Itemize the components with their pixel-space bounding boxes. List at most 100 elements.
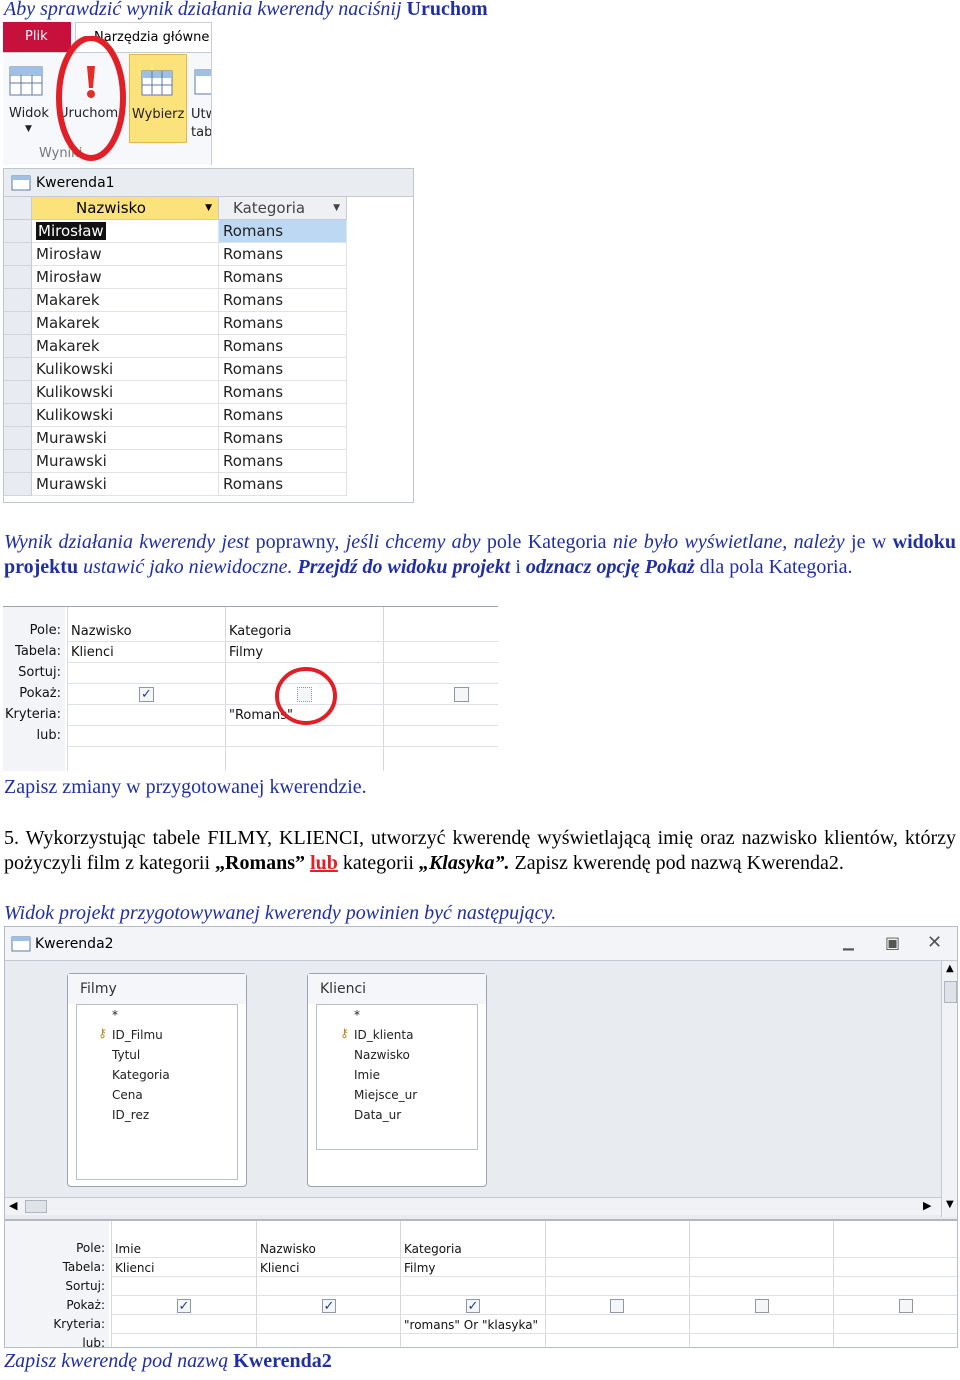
table-cell[interactable]: Murawski <box>32 450 219 473</box>
show-checkbox-checked[interactable]: ✓ <box>177 1299 191 1313</box>
table-cell[interactable]: Romans <box>219 220 347 243</box>
table-cell[interactable]: Romans <box>219 450 347 473</box>
scroll-down-icon[interactable]: ▼ <box>946 1199 954 1210</box>
field-item[interactable]: Tytul <box>112 1048 140 1062</box>
table-cell[interactable]: Murawski <box>32 427 219 450</box>
table-cell[interactable]: Romans <box>219 243 347 266</box>
row-label: Kryteria: <box>5 707 61 722</box>
table-cell[interactable]: Klienci <box>115 1261 154 1275</box>
row-selector[interactable] <box>4 335 32 358</box>
scroll-left-icon[interactable]: ◀ <box>9 1199 17 1212</box>
field-item[interactable]: * <box>354 1008 360 1022</box>
table-cell[interactable]: Romans <box>219 289 347 312</box>
table-box-title: Klienci <box>308 974 486 1004</box>
column-header-kategoria[interactable]: Kategoria ▼ <box>219 197 347 220</box>
table-cell[interactable]: Romans <box>219 381 347 404</box>
scroll-up-icon[interactable]: ▲ <box>946 963 954 974</box>
field-cell[interactable]: Kategoria <box>229 624 292 639</box>
query-icon <box>11 936 31 952</box>
row-selector[interactable] <box>4 381 32 404</box>
table-cell[interactable]: Filmy <box>229 645 263 660</box>
show-checkbox-unchecked[interactable] <box>899 1299 913 1313</box>
select-all-corner[interactable] <box>4 197 32 220</box>
scroll-thumb[interactable] <box>25 1200 47 1213</box>
field-item[interactable]: Data_ur <box>354 1108 401 1122</box>
query-icon <box>11 175 31 191</box>
field-item[interactable]: Miejsce_ur <box>354 1088 417 1102</box>
view-button[interactable]: Widok ▼ <box>5 60 49 160</box>
field-cell[interactable]: Imie <box>115 1242 141 1256</box>
column-header-nazwisko[interactable]: Nazwisko ▼ <box>32 197 219 220</box>
row-selector[interactable] <box>4 358 32 381</box>
show-checkbox-checked[interactable]: ✓ <box>466 1299 480 1313</box>
row-selector[interactable] <box>4 473 32 496</box>
scroll-right-icon[interactable]: ▶ <box>923 1199 931 1212</box>
row-selector[interactable] <box>4 427 32 450</box>
show-checkbox-checked[interactable]: ✓ <box>139 687 154 702</box>
field-item[interactable]: Imie <box>354 1068 380 1082</box>
red-circle-annotation <box>56 36 126 161</box>
table-box-filmy[interactable]: Filmy * ⚷ ID_Filmu Tytul Kategoria Cena … <box>67 973 247 1187</box>
show-checkbox-unchecked[interactable] <box>610 1299 624 1313</box>
row-selector[interactable] <box>4 450 32 473</box>
field-item[interactable]: Kategoria <box>112 1068 170 1082</box>
field-cell[interactable]: Kategoria <box>404 1242 462 1256</box>
field-item[interactable]: ID_Filmu <box>112 1028 163 1042</box>
table-cell[interactable]: Romans <box>219 312 347 335</box>
table-cell[interactable]: Romans <box>219 473 347 496</box>
row-selector[interactable] <box>4 312 32 335</box>
field-cell[interactable]: Nazwisko <box>71 624 132 639</box>
table-cell[interactable]: Mirosław <box>32 243 219 266</box>
table-cell[interactable]: Romans <box>219 404 347 427</box>
show-checkbox-unchecked[interactable] <box>755 1299 769 1313</box>
close-icon[interactable]: ✕ <box>927 932 942 953</box>
table-cell[interactable]: Kulikowski <box>32 404 219 427</box>
row-divider <box>111 1333 957 1334</box>
view-instruction: Widok projekt przygotowywanej kwerendy p… <box>4 902 557 924</box>
scroll-thumb[interactable] <box>944 981 957 1003</box>
row-label: Pole: <box>76 1241 105 1255</box>
table-cell[interactable]: Makarek <box>32 335 219 358</box>
show-checkbox-checked[interactable]: ✓ <box>322 1299 336 1313</box>
table-box-klienci[interactable]: Klienci * ⚷ ID_klienta Nazwisko Imie Mie… <box>307 973 487 1187</box>
table-cell[interactable]: Murawski <box>32 473 219 496</box>
field-item[interactable]: * <box>112 1008 118 1022</box>
table-cell[interactable]: Makarek <box>32 289 219 312</box>
field-item[interactable]: ID_klienta <box>354 1028 413 1042</box>
field-item[interactable]: ID_rez <box>112 1108 149 1122</box>
table-cell[interactable]: Klienci <box>71 645 114 660</box>
row-selector[interactable] <box>4 220 32 243</box>
row-selector[interactable] <box>4 243 32 266</box>
table-cell[interactable]: Mirosław <box>32 220 219 243</box>
row-selector[interactable] <box>4 404 32 427</box>
field-item[interactable]: Nazwisko <box>354 1048 410 1062</box>
make-table-label: Utwórz tabelę <box>191 107 212 140</box>
intro-text: Aby sprawdzić wynik działania kwerendy n… <box>4 0 488 20</box>
column-divider <box>256 1221 257 1347</box>
table-cell[interactable]: Kulikowski <box>32 358 219 381</box>
select-button[interactable]: Wybierz <box>129 54 187 143</box>
minimize-icon[interactable]: ▁ <box>843 935 854 951</box>
make-table-button[interactable]: Utwórz tabelę <box>189 56 212 156</box>
select-query-icon <box>141 70 173 96</box>
row-selector[interactable] <box>4 266 32 289</box>
vertical-scrollbar[interactable]: ▲ ▼ <box>941 961 957 1217</box>
horizontal-scrollbar[interactable]: ◀ ▶ <box>5 1197 941 1215</box>
criteria-cell[interactable]: "romans" Or "klasyka" <box>404 1318 538 1332</box>
field-item[interactable]: Cena <box>112 1088 143 1102</box>
row-selector[interactable] <box>4 289 32 312</box>
row-divider <box>67 746 498 747</box>
table-cell[interactable]: Romans <box>219 266 347 289</box>
table-cell[interactable]: Kulikowski <box>32 381 219 404</box>
show-checkbox-unchecked[interactable] <box>454 687 469 702</box>
field-cell[interactable]: Nazwisko <box>260 1242 316 1256</box>
table-cell[interactable]: Romans <box>219 358 347 381</box>
table-cell[interactable]: Romans <box>219 427 347 450</box>
table-cell[interactable]: Filmy <box>404 1261 436 1275</box>
table-cell[interactable]: Klienci <box>260 1261 299 1275</box>
table-cell[interactable]: Romans <box>219 335 347 358</box>
table-cell[interactable]: Makarek <box>32 312 219 335</box>
column-divider <box>689 1221 690 1347</box>
maximize-icon[interactable]: ▣ <box>885 933 900 952</box>
table-cell[interactable]: Mirosław <box>32 266 219 289</box>
